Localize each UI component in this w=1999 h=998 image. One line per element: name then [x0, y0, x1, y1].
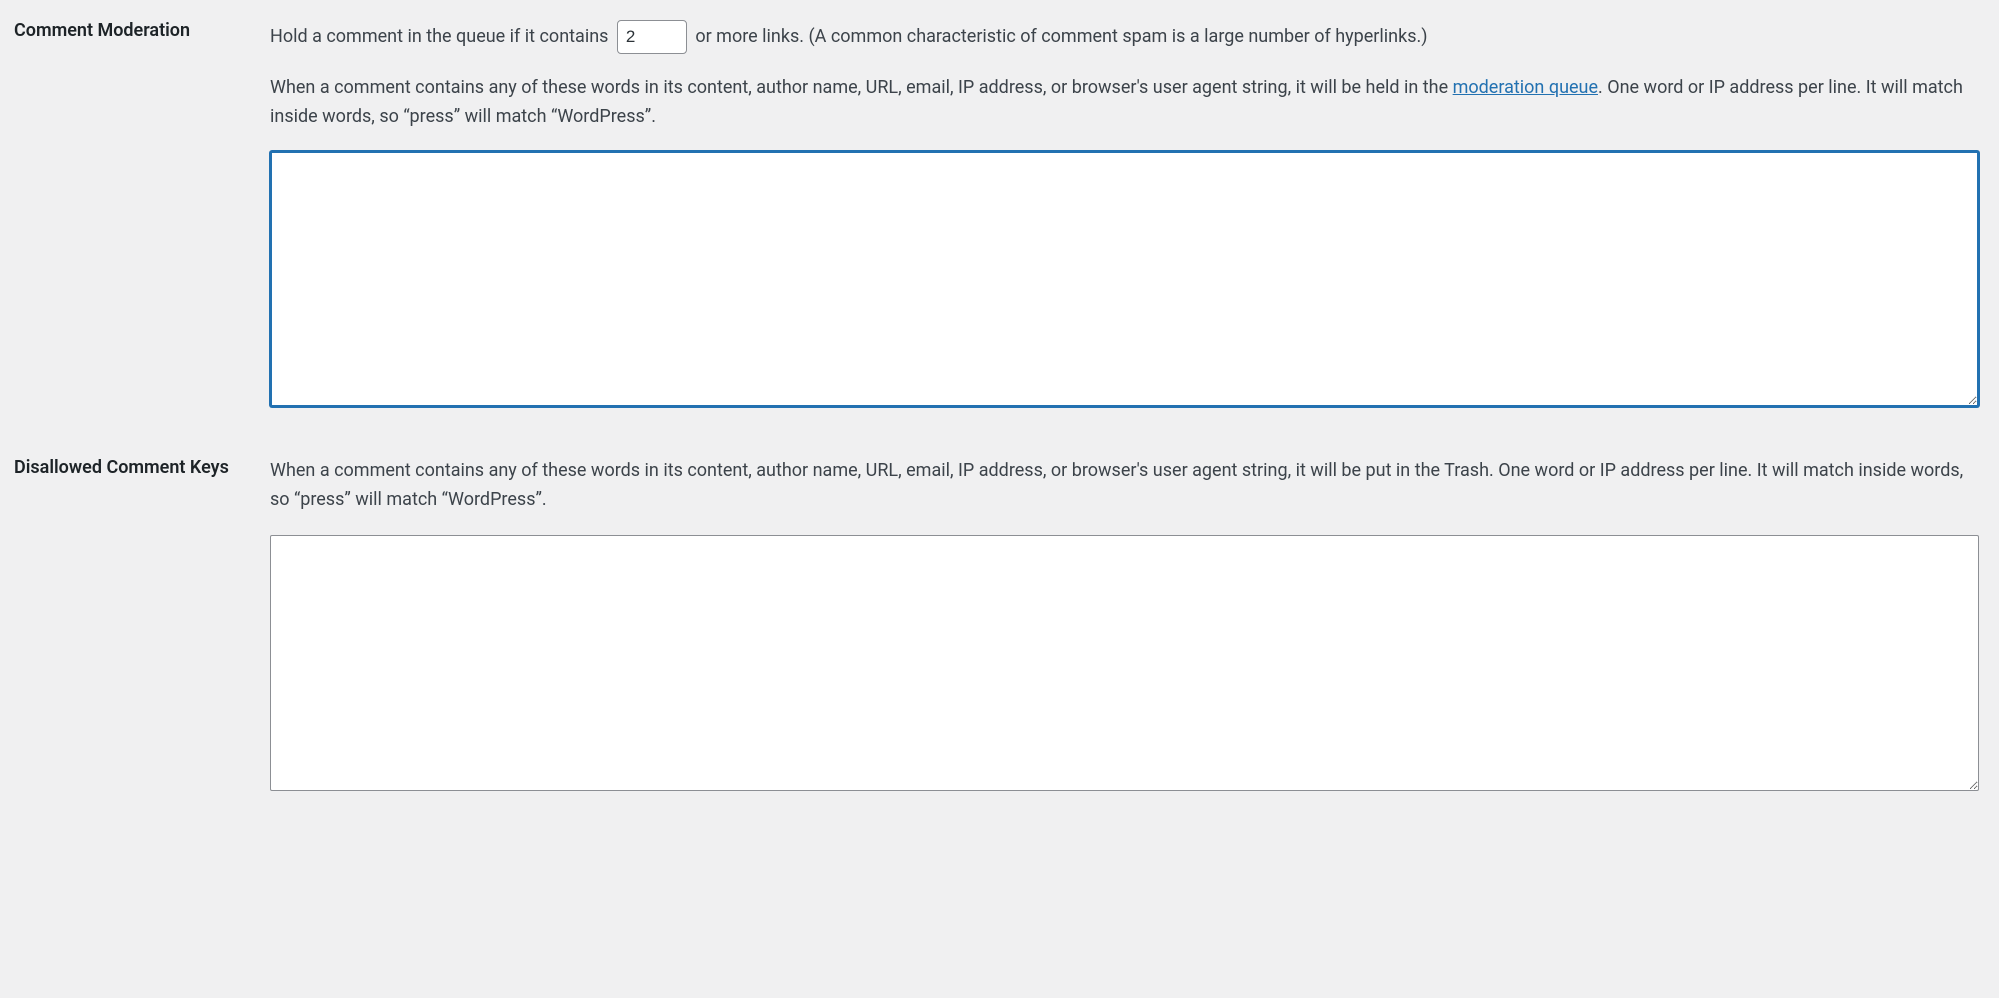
- links-text-after: or more links. (A common characteristic …: [691, 26, 1428, 47]
- comment-max-links-description: Hold a comment in the queue if it contai…: [270, 20, 1979, 54]
- moderation-keys-textarea[interactable]: [270, 151, 1979, 407]
- disallowed-keys-heading: Disallowed Comment Keys: [0, 437, 260, 820]
- comment-max-links-input[interactable]: [617, 20, 687, 54]
- disallowed-keys-textarea[interactable]: [270, 535, 1979, 791]
- moderation-keys-description: When a comment contains any of these wor…: [270, 74, 1979, 132]
- comment-moderation-row: Comment Moderation Hold a comment in the…: [0, 0, 1999, 437]
- disallowed-keys-row: Disallowed Comment Keys When a comment c…: [0, 437, 1999, 820]
- settings-table: Comment Moderation Hold a comment in the…: [0, 0, 1999, 821]
- disallowed-keys-description: When a comment contains any of these wor…: [270, 457, 1979, 515]
- moderation-queue-link[interactable]: moderation queue: [1453, 77, 1598, 98]
- disallowed-keys-cell: When a comment contains any of these wor…: [260, 437, 1999, 820]
- links-text-before: Hold a comment in the queue if it contai…: [270, 26, 613, 47]
- comment-moderation-cell: Hold a comment in the queue if it contai…: [260, 0, 1999, 437]
- keys-text-before: When a comment contains any of these wor…: [270, 77, 1453, 98]
- comment-moderation-heading: Comment Moderation: [0, 0, 260, 437]
